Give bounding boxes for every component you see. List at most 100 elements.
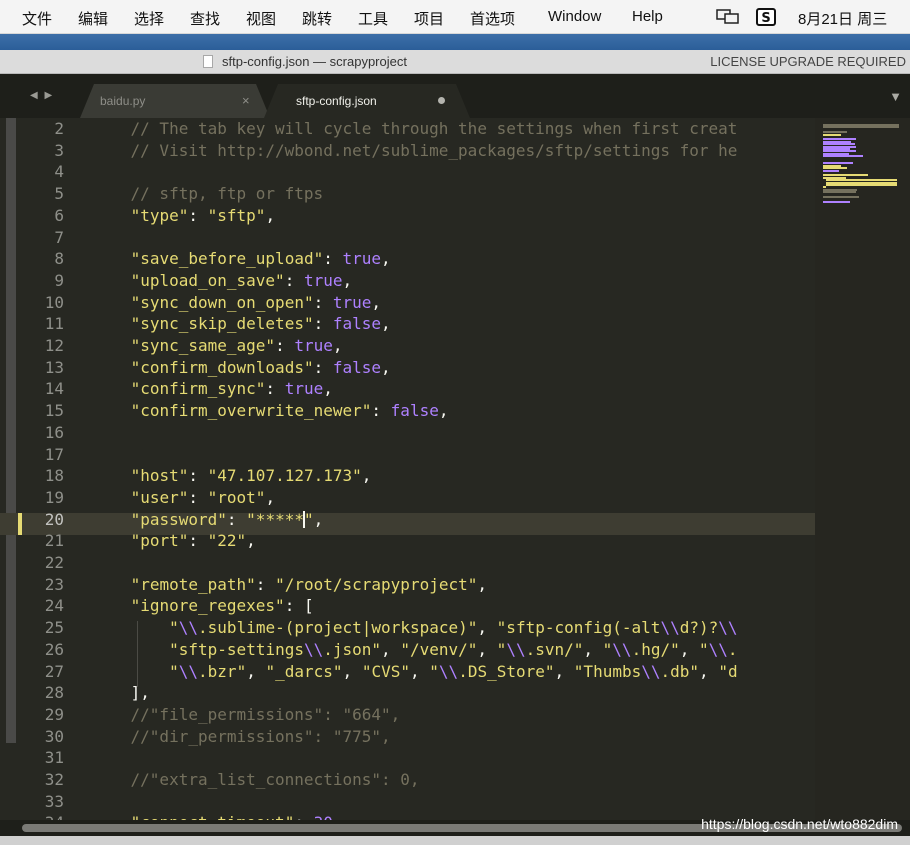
code-text: "sync_down_on_open": true, (130, 292, 382, 312)
status-bar (0, 836, 910, 845)
line-number: 34 (20, 813, 64, 820)
line-number: 27 (44, 661, 64, 681)
line-number: 9 (54, 270, 64, 290)
line-number: 2 (54, 119, 64, 138)
tab-sftp-config-json[interactable]: sftp-config.json (264, 84, 470, 118)
menu-goto[interactable]: 跳转 (302, 8, 332, 29)
line-number: 4 (54, 162, 64, 182)
code-line[interactable]: 3 // Visit http://wbond.net/sublime_pack… (0, 140, 815, 166)
code-line[interactable]: 16 (0, 422, 815, 448)
line-number: 18 (44, 466, 64, 486)
code-text: "confirm_sync": true, (130, 379, 333, 399)
line-number: 21 (44, 531, 64, 551)
menubar-clock[interactable]: 8月21日 周三 (798, 8, 887, 29)
code-line[interactable]: 15 "confirm_overwrite_newer": false, (0, 401, 815, 426)
line-number: 26 (44, 639, 64, 659)
line-number: 31 (44, 748, 64, 768)
unsaved-dot-icon[interactable] (438, 97, 445, 104)
tab-label: baidu.py (100, 94, 146, 108)
menu-tools[interactable]: 工具 (358, 8, 388, 29)
line-number: 5 (54, 184, 64, 204)
menu-selection[interactable]: 选择 (134, 8, 164, 29)
line-number: 32 (44, 770, 64, 789)
line-number: 22 (44, 553, 64, 572)
line-number: 16 (44, 422, 64, 442)
line-number: 24 (44, 596, 64, 616)
code-text: //"dir_permissions": "775", (92, 726, 391, 746)
minimap[interactable] (815, 118, 910, 820)
line-number: 29 (44, 704, 64, 724)
desktop-strip (0, 34, 910, 50)
macos-menu-bar: 文件 编辑 选择 查找 视图 跳转 工具 项目 首选项 Window Help … (0, 0, 910, 34)
minimap-line (823, 126, 899, 129)
code-text: "host": "47.107.127.173", (130, 466, 372, 486)
line-number: 11 (44, 314, 64, 334)
line-number: 33 (44, 791, 64, 811)
code-line[interactable]: 30 //"dir_permissions": "775", (0, 726, 815, 752)
code-text: //"extra_list_connections": 0, (92, 770, 420, 789)
line-number: 25 (44, 618, 64, 638)
window-title-bar: sftp-config.json — scrapyproject LICENSE… (0, 50, 910, 74)
line-number: 14 (44, 379, 64, 399)
code-text: "confirm_downloads": false, (130, 357, 391, 377)
menu-file[interactable]: 文件 (22, 8, 52, 29)
code-editor[interactable]: 2 // The tab key will cycle through the … (0, 118, 910, 820)
code-text: "sync_skip_deletes": false, (130, 314, 391, 334)
tab-bar: ◀ ▶ baidu.py × sftp-config.json ▼ (0, 74, 910, 118)
code-text: "save_before_upload": true, (130, 249, 391, 269)
code-text: "confirm_overwrite_newer": false, (130, 401, 449, 421)
document-icon (203, 55, 213, 68)
svg-text:S: S (761, 11, 770, 26)
code-line[interactable]: 21 "port": "22", (0, 531, 815, 556)
menu-help[interactable]: Help (632, 8, 663, 25)
menu-project[interactable]: 项目 (414, 8, 444, 29)
menu-view[interactable]: 视图 (246, 8, 276, 29)
tab-label: sftp-config.json (296, 94, 377, 108)
code-line[interactable]: 32 //"extra_list_connections": 0, (0, 770, 815, 795)
code-text: "upload_on_save": true, (130, 270, 353, 290)
tab-nav-arrows-icon[interactable]: ◀ ▶ (30, 90, 54, 101)
line-number: 3 (54, 140, 64, 160)
minimap-line (823, 200, 850, 203)
line-number: 17 (44, 444, 64, 464)
code-text: "sync_same_age": true, (130, 336, 343, 355)
code-text: "connect_timeout": 30, (92, 813, 343, 820)
line-number: 10 (44, 292, 64, 312)
code-text: "ignore_regexes": [ (130, 596, 314, 616)
menu-edit[interactable]: 编辑 (78, 8, 108, 29)
code-text: "remote_path": "/root/scrapyproject", (130, 574, 488, 594)
window-title: sftp-config.json — scrapyproject (222, 54, 407, 69)
code-line[interactable]: 6 "type": "sftp", (0, 205, 815, 231)
code-text: "\\.sublime-(project|workspace)", "sftp-… (169, 618, 738, 638)
code-text: "user": "root", (130, 487, 276, 507)
minimap-line (823, 169, 839, 172)
minimap-line (825, 184, 897, 186)
minimap-line (823, 191, 856, 194)
watermark: https://blog.csdn.net/wto882dim (701, 816, 898, 832)
menu-find[interactable]: 查找 (190, 8, 220, 29)
minimap-line (823, 155, 863, 158)
code-text: "\\.bzr", "_darcs", "CVS", "\\.DS_Store"… (169, 661, 738, 681)
tab-close-icon[interactable]: × (242, 93, 250, 108)
line-number: 12 (44, 336, 64, 355)
code-text: "type": "sftp", (130, 205, 276, 225)
line-number: 13 (44, 357, 64, 377)
line-number: 20 (44, 509, 64, 529)
menu-preferences[interactable]: 首选项 (470, 8, 515, 29)
code-text: // The tab key will cycle through the se… (92, 119, 738, 138)
line-number: 6 (54, 205, 64, 225)
line-number: 30 (44, 726, 64, 746)
sogou-input-icon[interactable]: S (756, 8, 776, 31)
code-text: //"file_permissions": "664", (92, 704, 401, 724)
minimap-line (823, 196, 860, 198)
tab-dropdown-icon[interactable]: ▼ (889, 89, 902, 104)
line-number: 15 (44, 401, 64, 421)
tab-baidu-py[interactable]: baidu.py × (80, 84, 270, 118)
menu-window[interactable]: Window (548, 8, 601, 25)
code-text: "password": "*****", (130, 509, 324, 529)
display-mirror-icon[interactable] (716, 8, 740, 31)
license-notice[interactable]: LICENSE UPGRADE REQUIRED (710, 54, 906, 69)
line-number: 8 (54, 249, 64, 269)
line-number: 23 (44, 574, 64, 594)
minimap-line (823, 133, 842, 136)
